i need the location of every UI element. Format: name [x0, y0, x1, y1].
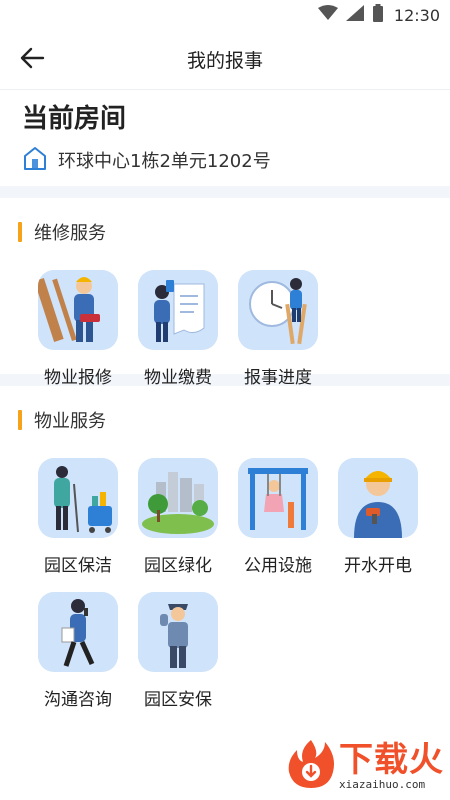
cellular-signal-icon [345, 5, 364, 25]
cleaning-illustration-icon [38, 458, 118, 538]
tile-property-payment[interactable]: 物业缴费 [128, 270, 228, 396]
room-address-text: 环球中心1栋2单元1202号 [58, 151, 271, 172]
watermark: 下载火 xiazaihuo.com [285, 738, 444, 794]
consultation-illustration-icon [38, 592, 118, 672]
tile-communication-consult[interactable]: 沟通咨询 [28, 592, 128, 726]
status-time: 12:30 [393, 5, 440, 25]
tile-label: 物业缴费 [144, 368, 212, 388]
watermark-text: 下载火 xiazaihuo.com [339, 742, 444, 791]
tile-water-electricity[interactable]: 开水开电 [328, 458, 428, 592]
tile-label: 园区保洁 [44, 556, 112, 576]
tile-label: 物业报修 [44, 368, 112, 388]
section-header: 维修服务 [0, 218, 450, 246]
tile-park-security[interactable]: 园区安保 [128, 592, 228, 726]
page-title: 我的报事 [186, 50, 263, 72]
tile-label: 沟通咨询 [44, 690, 112, 710]
tile-label: 公用设施 [244, 556, 312, 576]
tile-park-greening[interactable]: 园区绿化 [128, 458, 228, 592]
watermark-url: xiazaihuo.com [339, 777, 426, 791]
electrician-illustration-icon [338, 458, 418, 538]
section-accent-bar [18, 410, 22, 430]
tile-park-cleaning[interactable]: 园区保洁 [28, 458, 128, 592]
flame-logo-icon [285, 738, 337, 794]
tile-grid: 园区保洁 园区绿化 公用设施 开水开电 沟通咨询 园区安保 [0, 458, 450, 726]
room-address: 环球中心1栋2单元1202号 [22, 145, 428, 175]
repair-service-section: 维修服务 物业报修 物业缴费 报事进度 [0, 198, 450, 388]
status-bar: 12:30 [0, 0, 450, 30]
section-title: 物业服务 [34, 411, 106, 432]
room-heading: 当前房间 [22, 104, 127, 134]
wifi-icon [317, 5, 338, 25]
tile-label: 开水开电 [344, 556, 412, 576]
security-guard-illustration-icon [138, 592, 218, 672]
public-facilities-illustration-icon [238, 458, 318, 538]
greening-illustration-icon [138, 458, 218, 538]
repair-worker-illustration-icon [38, 270, 118, 350]
section-title: 维修服务 [34, 223, 106, 244]
section-divider [0, 186, 450, 198]
app-header: 我的报事 [0, 30, 450, 90]
tile-report-progress[interactable]: 报事进度 [228, 270, 328, 396]
tile-property-repair[interactable]: 物业报修 [28, 270, 128, 396]
back-button[interactable] [14, 44, 50, 76]
house-icon [22, 145, 48, 175]
tile-public-facilities[interactable]: 公用设施 [228, 458, 328, 592]
tile-label: 园区安保 [144, 690, 212, 710]
tile-label: 报事进度 [244, 368, 312, 388]
section-accent-bar [18, 222, 22, 242]
watermark-title: 下载火 [339, 739, 444, 780]
section-header: 物业服务 [0, 406, 450, 434]
current-room-section: 当前房间 环球中心1栋2单元1202号 [0, 90, 450, 186]
property-service-section: 物业服务 园区保洁 园区绿化 公用设施 开水开电 沟通咨询 园区安保 [0, 386, 450, 726]
tile-label: 园区绿化 [144, 556, 212, 576]
battery-icon [372, 4, 384, 26]
payment-bill-illustration-icon [138, 270, 218, 350]
progress-clock-illustration-icon [238, 270, 318, 350]
arrow-left-icon [19, 47, 45, 73]
